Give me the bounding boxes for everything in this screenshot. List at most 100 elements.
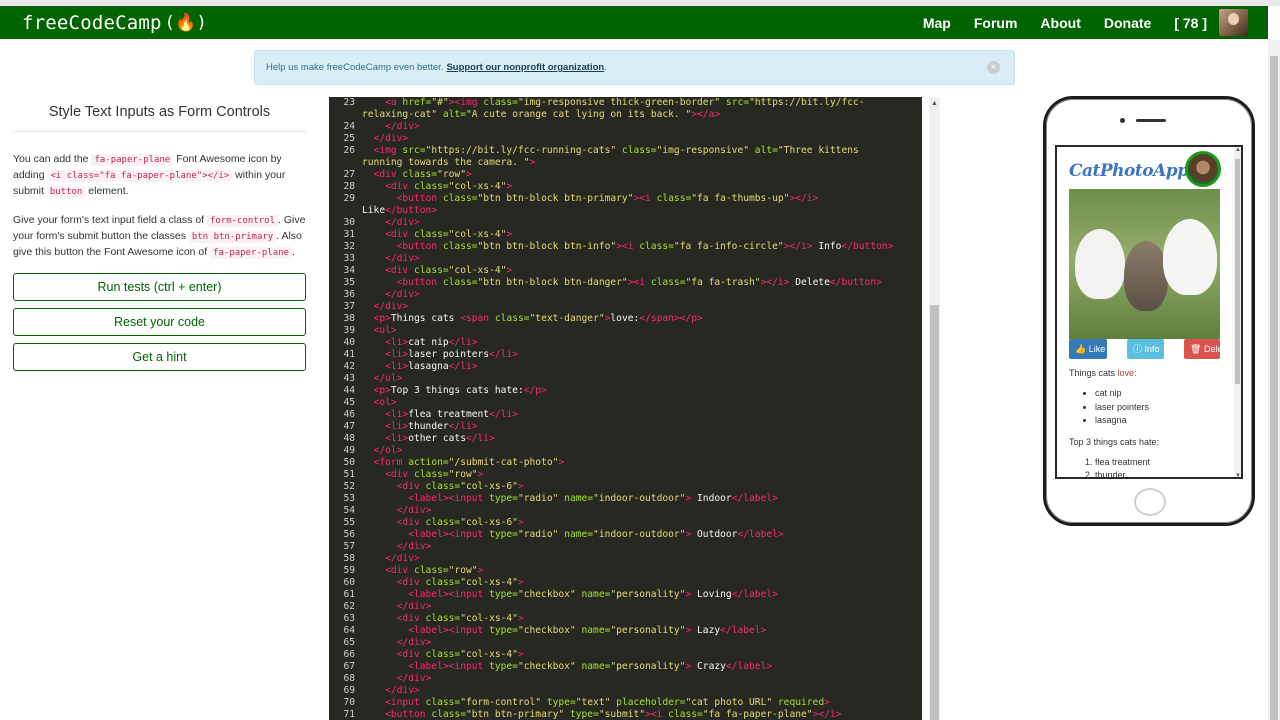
code-line[interactable]: 46 <li>flea treatment</li> — [329, 409, 922, 421]
line-number: 61 — [343, 589, 355, 600]
code-line[interactable]: 29 <button class="btn btn-block btn-prim… — [329, 193, 922, 205]
code-line[interactable]: 50 <form action="/submit-cat-photo"> — [329, 457, 922, 469]
page-scrollbar-thumb[interactable] — [1270, 56, 1278, 720]
code-token: required — [772, 697, 825, 708]
get-hint-button[interactable]: Get a hint — [13, 343, 306, 371]
code-line[interactable]: 25 </div> — [329, 133, 922, 145]
code-line[interactable]: 58 </div> — [329, 553, 922, 565]
code-line[interactable]: 59 <div class="row"> — [329, 565, 922, 577]
info-button[interactable]: ⓘ Info — [1127, 339, 1164, 359]
code-line[interactable]: 37 </div> — [329, 301, 922, 313]
code-token: "img-responsive" — [656, 145, 750, 156]
code-line[interactable]: 52 <div class="col-xs-6"> — [329, 481, 922, 493]
code-line[interactable]: 60 <div class="col-xs-4"> — [329, 577, 922, 589]
code-line[interactable]: 36 </div> — [329, 289, 922, 301]
code-line[interactable]: relaxing-cat" alt="A cute orange cat lyi… — [329, 109, 922, 121]
nav-donate-link[interactable]: Donate — [1104, 15, 1151, 31]
code-line[interactable]: 71 <button class="btn btn-primary" type=… — [329, 709, 922, 720]
code-token: type= — [483, 589, 518, 600]
code-line[interactable]: Like</button> — [329, 205, 922, 217]
code-line[interactable]: 51 <div class="row"> — [329, 469, 922, 481]
code-line[interactable]: 62 </div> — [329, 601, 922, 613]
nav-map-link[interactable]: Map — [923, 15, 951, 31]
delete-button[interactable]: 🗑 Delete — [1184, 339, 1220, 359]
code-token: <div — [362, 169, 397, 180]
preview-scrollbar-thumb[interactable] — [1235, 159, 1240, 384]
code-line[interactable]: 40 <li>cat nip</li> — [329, 337, 922, 349]
line-number: 59 — [343, 565, 355, 576]
code-line[interactable]: 39 <ul> — [329, 325, 922, 337]
code-line[interactable]: 54 </div> — [329, 505, 922, 517]
code-text: <div class="col-xs-4"> — [362, 577, 524, 589]
code-line[interactable]: 66 <div class="col-xs-4"> — [329, 649, 922, 661]
code-line[interactable]: 57 </div> — [329, 541, 922, 553]
code-line[interactable]: 56 <label><input type="radio" name="indo… — [329, 529, 922, 541]
brand-logo[interactable]: freeCodeCamp (🔥) — [22, 12, 207, 34]
code-token: type= — [564, 709, 599, 720]
code-line[interactable]: 68 </div> — [329, 673, 922, 685]
code-line[interactable]: 45 <ol> — [329, 397, 922, 409]
editor-scrollbar[interactable]: ▲ — [929, 97, 940, 720]
kitten-shape — [1075, 229, 1125, 299]
code-token: "personality" — [610, 661, 686, 672]
code-editor[interactable]: 23 <a href="#"><img class="img-responsiv… — [329, 97, 922, 720]
code-line[interactable]: 64 <label><input type="checkbox" name="p… — [329, 625, 922, 637]
code-line[interactable]: 33 </div> — [329, 253, 922, 265]
code-line[interactable]: 30 </div> — [329, 217, 922, 229]
cat-avatar-image[interactable] — [1185, 151, 1221, 187]
code-line[interactable]: 24 </div> — [329, 121, 922, 133]
code-line[interactable]: 44 <p>Top 3 things cats hate:</p> — [329, 385, 922, 397]
nav-about-link[interactable]: About — [1040, 15, 1080, 31]
challenge-panel: Style Text Inputs as Form Controls You c… — [13, 100, 306, 371]
code-text: running towards the camera. "> — [362, 157, 535, 169]
code-token: other cats — [408, 433, 466, 444]
code-line[interactable]: 65 </div> — [329, 637, 922, 649]
code-line[interactable]: 61 <label><input type="checkbox" name="p… — [329, 589, 922, 601]
nav-forum-link[interactable]: Forum — [974, 15, 1018, 31]
code-token: Delete — [789, 277, 830, 288]
code-line[interactable]: 23 <a href="#"><img class="img-responsiv… — [329, 97, 922, 109]
code-line[interactable]: 63 <div class="col-xs-4"> — [329, 613, 922, 625]
code-line[interactable]: 69 </div> — [329, 685, 922, 697]
code-token: <input — [362, 697, 420, 708]
kitten-shape — [1163, 219, 1217, 295]
code-line[interactable]: 49 </ol> — [329, 445, 922, 457]
line-number: 34 — [343, 265, 355, 276]
close-icon[interactable]: × — [987, 61, 1000, 74]
code-line[interactable]: 55 <div class="col-xs-6"> — [329, 517, 922, 529]
code-line[interactable]: 28 <div class="col-xs-4"> — [329, 181, 922, 193]
reset-code-button[interactable]: Reset your code — [13, 308, 306, 336]
code-line[interactable]: 43 </ul> — [329, 373, 922, 385]
nav-points[interactable]: [ 78 ] — [1174, 15, 1207, 31]
code-line[interactable]: 34 <div class="col-xs-4"> — [329, 265, 922, 277]
code-line[interactable]: 26 <img src="https://bit.ly/fcc-running-… — [329, 145, 922, 157]
editor-scrollbar-thumb[interactable] — [930, 305, 939, 720]
code-line[interactable]: 27 <div class="row"> — [329, 169, 922, 181]
code-line[interactable]: 42 <li>lasagna</li> — [329, 361, 922, 373]
code-line[interactable]: 47 <li>thunder</li> — [329, 421, 922, 433]
code-line[interactable]: 67 <label><input type="checkbox" name="p… — [329, 661, 922, 673]
scroll-up-icon[interactable]: ▲ — [931, 100, 938, 107]
code-token: ></i> — [812, 709, 842, 720]
code-token: Things cats — [390, 313, 461, 324]
code-line[interactable]: 32 <button class="btn btn-block btn-info… — [329, 241, 922, 253]
code-line[interactable]: running towards the camera. "> — [329, 157, 922, 169]
code-line[interactable]: 41 <li>laser pointers</li> — [329, 349, 922, 361]
user-avatar[interactable] — [1219, 9, 1248, 36]
preview-scrollbar[interactable]: ▲ ▼ — [1234, 147, 1241, 477]
code-line[interactable]: 31 <div class="col-xs-4"> — [329, 229, 922, 241]
code-line[interactable]: 35 <button class="btn btn-block btn-dang… — [329, 277, 922, 289]
code-line[interactable]: 53 <label><input type="radio" name="indo… — [329, 493, 922, 505]
like-button[interactable]: 👍 Like — [1069, 339, 1107, 359]
banner-link[interactable]: Support our nonprofit organization — [446, 62, 604, 73]
scroll-down-icon[interactable]: ▼ — [1235, 473, 1241, 477]
code-line[interactable]: 48 <li>other cats</li> — [329, 433, 922, 445]
code-token: class= — [419, 613, 461, 624]
code-token: </label> — [731, 589, 778, 600]
code-line[interactable]: 38 <p>Things cats <span class="text-dang… — [329, 313, 922, 325]
scroll-up-icon[interactable]: ▲ — [1235, 147, 1241, 153]
code-token: </div> — [362, 217, 420, 228]
code-line[interactable]: 70 <input class="form-control" type="tex… — [329, 697, 922, 709]
run-tests-button[interactable]: Run tests (ctrl + enter) — [13, 273, 306, 301]
page-scrollbar[interactable] — [1268, 40, 1280, 720]
